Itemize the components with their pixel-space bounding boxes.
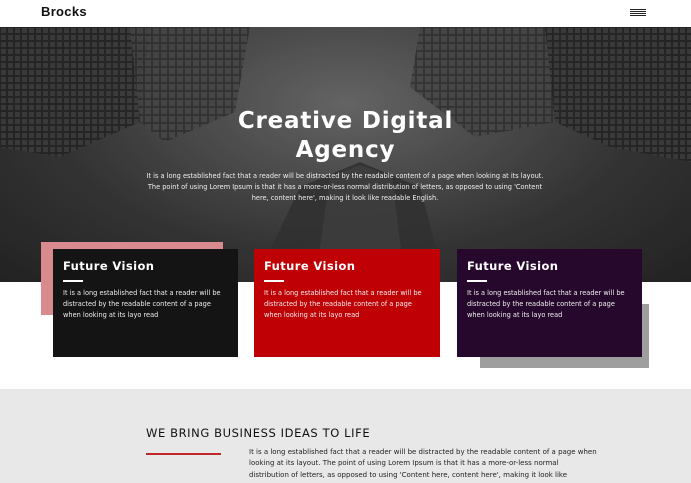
card-divider (63, 280, 83, 282)
menu-line (630, 11, 646, 12)
card-title: Future Vision (63, 259, 155, 273)
card-text: It is a long established fact that a rea… (63, 288, 221, 319)
card-text: It is a long established fact that a rea… (467, 288, 625, 319)
about-section: WE BRING BUSINESS IDEAS TO LIFE It is a … (0, 389, 691, 483)
section-title: WE BRING BUSINESS IDEAS TO LIFE (146, 426, 371, 440)
navbar: Brocks (0, 0, 691, 27)
card-text: It is a long established fact that a rea… (264, 288, 422, 319)
hero-title-line2: Agency (295, 137, 396, 163)
section-text: It is a long established fact that a rea… (249, 448, 597, 479)
hamburger-menu-icon[interactable] (630, 9, 646, 17)
card-title: Future Vision (264, 259, 356, 273)
feature-card-3: Future Vision It is a long established f… (457, 249, 642, 357)
hero-title-line1: Creative Digital (237, 108, 454, 134)
menu-line (630, 13, 646, 14)
brand-logo[interactable]: Brocks (41, 4, 87, 19)
feature-card-1: Future Vision It is a long established f… (53, 249, 238, 357)
feature-card-2: Future Vision It is a long established f… (254, 249, 440, 357)
section-divider (146, 453, 221, 455)
hero-description: It is a long established fact that a rea… (146, 172, 544, 202)
card-title: Future Vision (467, 259, 559, 273)
card-divider (264, 280, 284, 282)
menu-line (630, 9, 646, 10)
menu-line (630, 15, 646, 16)
card-divider (467, 280, 487, 282)
hero-title: Creative Digital Agency (0, 107, 691, 165)
